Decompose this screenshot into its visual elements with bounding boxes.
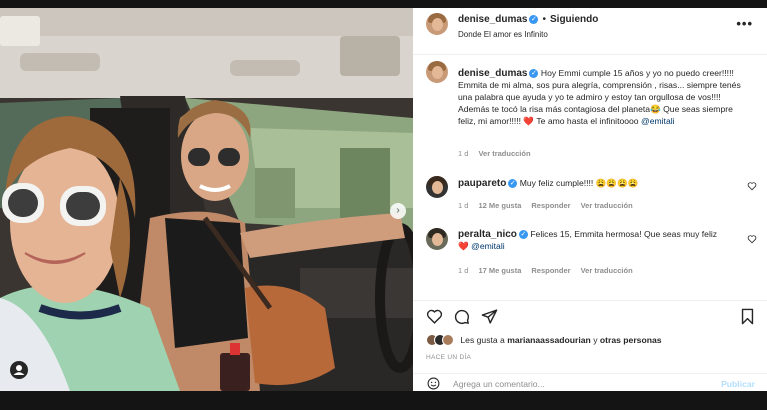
- likes-user-link[interactable]: marianaassadourian: [507, 335, 591, 345]
- like-comment-heart-icon[interactable]: [747, 181, 757, 191]
- comment-avatar-peralta-nico[interactable]: [426, 228, 448, 250]
- share-paper-plane-icon[interactable]: [481, 308, 498, 325]
- comment-heart-emoji: ❤️: [458, 240, 469, 251]
- comment-reply-button[interactable]: Responder: [531, 201, 570, 210]
- following-button[interactable]: Siguiendo: [550, 14, 598, 25]
- comment-bubble-icon[interactable]: [453, 308, 470, 325]
- comment-paupareto: paupareto ✓ Muy feliz cumple!!!! 😩😩😩😩: [458, 178, 743, 190]
- next-photo-chevron-icon[interactable]: ›: [390, 203, 406, 219]
- post-header: denise_dumas ✓ • Siguiendo Donde El amor es…: [413, 8, 767, 55]
- caption-avatar[interactable]: [426, 61, 448, 83]
- likes-summary: Les gusta a marianaassadourian y otras p…: [426, 334, 662, 346]
- emoji-smiley-icon[interactable]: [427, 377, 440, 390]
- liker-avatar: [442, 334, 454, 346]
- caption-age: 1 d: [458, 149, 469, 158]
- tagged-user-icon[interactable]: [10, 361, 28, 379]
- comment-avatar-paupareto[interactable]: [426, 176, 448, 198]
- carousel-dots: [198, 382, 222, 391]
- likes-others-link[interactable]: otras personas: [600, 335, 662, 345]
- bottom-dark-bar: [0, 391, 767, 410]
- like-heart-icon[interactable]: [426, 308, 443, 325]
- author-username[interactable]: denise_dumas: [458, 14, 527, 25]
- header-name-row: denise_dumas ✓ • Siguiendo: [458, 14, 598, 25]
- caption-meta: 1 d Ver traducción: [458, 149, 531, 158]
- likes-prefix: Les gusta a: [460, 335, 505, 345]
- comment-meta: 1 d 17 Me gusta Responder Ver traducción: [458, 266, 633, 275]
- comment-text: Muy feliz cumple!!!! 😩😩😩😩: [519, 178, 639, 188]
- post-timestamp[interactable]: HACE UN DÍA: [426, 354, 471, 361]
- add-comment-bar: Agrega un comentario... Publicar: [413, 373, 767, 392]
- comment-meta: 1 d 12 Me gusta Responder Ver traducción: [458, 201, 633, 210]
- comment-mention-link[interactable]: @emitali: [471, 241, 505, 251]
- likes-connector: y: [593, 335, 598, 345]
- author-avatar[interactable]: [426, 13, 448, 35]
- more-horizontal-icon[interactable]: •••: [736, 16, 753, 31]
- comment-peralta-nico: peralta_nico ✓ Felices 15, Emmita hermosa…: [458, 229, 743, 253]
- verified-badge-icon: ✓: [529, 14, 539, 24]
- verified-badge-icon: ✓: [508, 179, 518, 189]
- separator-dot: •: [542, 14, 546, 25]
- comment-see-translation[interactable]: Ver traducción: [581, 266, 633, 275]
- post-sidebar: denise_dumas ✓ • Siguiendo Donde El amor es…: [413, 8, 767, 391]
- top-dark-bar: [0, 0, 767, 8]
- caption-mention-link[interactable]: @emitali: [641, 116, 675, 126]
- comment-likes[interactable]: 17 Me gusta: [478, 266, 521, 275]
- comment-reply-button[interactable]: Responder: [531, 266, 570, 275]
- publish-button[interactable]: Publicar: [721, 379, 755, 389]
- caption-see-translation[interactable]: Ver traducción: [478, 149, 530, 158]
- post-actions-bar: [413, 300, 767, 331]
- comment-likes[interactable]: 12 Me gusta: [478, 201, 521, 210]
- caption-username[interactable]: denise_dumas: [458, 68, 527, 79]
- verified-badge-icon: ✓: [518, 230, 528, 240]
- comment-username[interactable]: peralta_nico: [458, 229, 517, 240]
- post-photo[interactable]: ›: [0, 8, 413, 391]
- comment-age: 1 d: [458, 266, 469, 275]
- post-caption: denise_dumas ✓ Hoy Emmi cumple 15 años y …: [458, 68, 748, 128]
- comment-username[interactable]: paupareto: [458, 178, 506, 189]
- comment-age: 1 d: [458, 201, 469, 210]
- post-location[interactable]: Donde El amor es Infinito: [458, 30, 548, 39]
- add-comment-input[interactable]: Agrega un comentario...: [453, 379, 545, 389]
- like-comment-heart-icon[interactable]: [747, 234, 757, 244]
- comment-see-translation[interactable]: Ver traducción: [581, 201, 633, 210]
- save-bookmark-icon[interactable]: [740, 308, 755, 325]
- comment-text: Felices 15, Emmita hermosa! Que seas muy…: [530, 229, 718, 239]
- post-photo-illustration: [0, 8, 413, 391]
- verified-badge-icon: ✓: [529, 69, 539, 79]
